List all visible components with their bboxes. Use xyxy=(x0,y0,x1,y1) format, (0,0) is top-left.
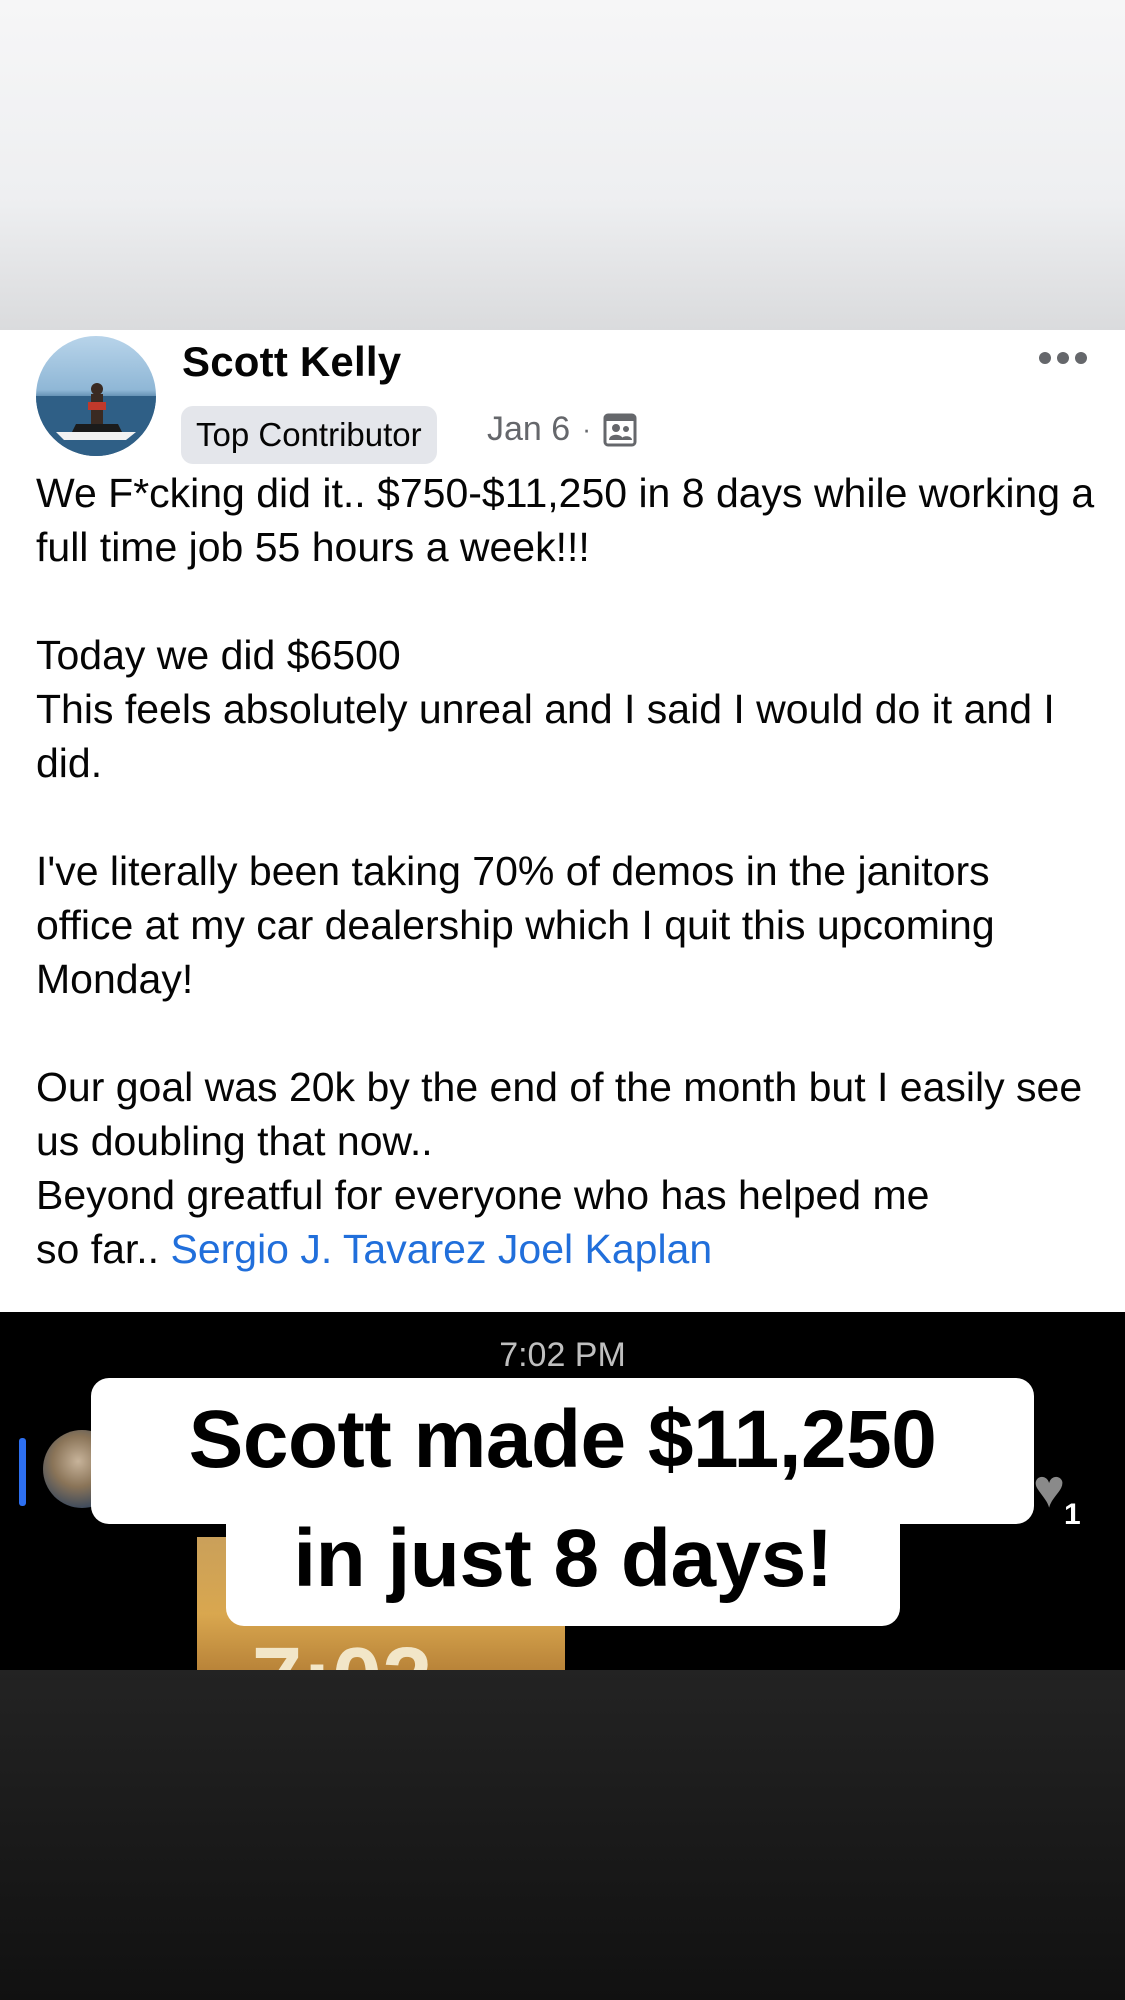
caption-line-2: in just 8 days! xyxy=(293,1513,833,1604)
post-date[interactable]: Jan 6 xyxy=(487,410,570,449)
author-name[interactable]: Scott Kelly xyxy=(182,338,401,386)
top-contributor-badge[interactable]: Top Contributor xyxy=(181,406,437,464)
embedded-screenshot: 7:02 PM ♥ 1 7:02 Scott made $11,250 in j… xyxy=(0,1312,1125,1670)
like-count: 1 xyxy=(1064,1498,1081,1531)
post-last-line: so far.. Sergio J. Tavarez Joel Kaplan xyxy=(36,1222,1096,1276)
post-line: Our goal was 20k by the end of the month… xyxy=(36,1064,1083,1164)
post-line-prefix: so far.. xyxy=(36,1226,160,1272)
heart-icon[interactable]: ♥ xyxy=(1033,1462,1065,1516)
mention-link[interactable]: Sergio J. Tavarez xyxy=(170,1226,486,1272)
meta-separator: · xyxy=(582,414,591,444)
facebook-post: Scott Kelly Top Contributor Jan 6 · We F… xyxy=(0,330,1125,1312)
mention-link[interactable]: Joel Kaplan xyxy=(498,1226,712,1272)
post-body: We F*cking did it.. $750-$11,250 in 8 da… xyxy=(36,466,1096,1276)
post-meta: Jan 6 · xyxy=(487,410,637,449)
bottom-dark-area xyxy=(0,1670,1125,2000)
message-timestamp: 7:02 PM xyxy=(499,1336,626,1374)
more-options-icon[interactable] xyxy=(1039,352,1087,364)
post-line: Today we did $6500 xyxy=(36,632,401,678)
post-line: Beyond greatful for everyone who has hel… xyxy=(36,1172,930,1218)
author-avatar[interactable] xyxy=(36,336,156,456)
unread-indicator xyxy=(19,1438,26,1506)
post-line: We F*cking did it.. $750-$11,250 in 8 da… xyxy=(36,470,1095,570)
post-line: This feels absolutely unreal and I said … xyxy=(36,686,1055,786)
top-blank-area xyxy=(0,0,1125,330)
post-line: I've literally been taking 70% of demos … xyxy=(36,848,995,1002)
photo-time-text: 7:02 xyxy=(252,1629,432,1670)
caption-line-1: Scott made $11,250 xyxy=(188,1394,937,1485)
friends-audience-icon xyxy=(603,413,637,446)
